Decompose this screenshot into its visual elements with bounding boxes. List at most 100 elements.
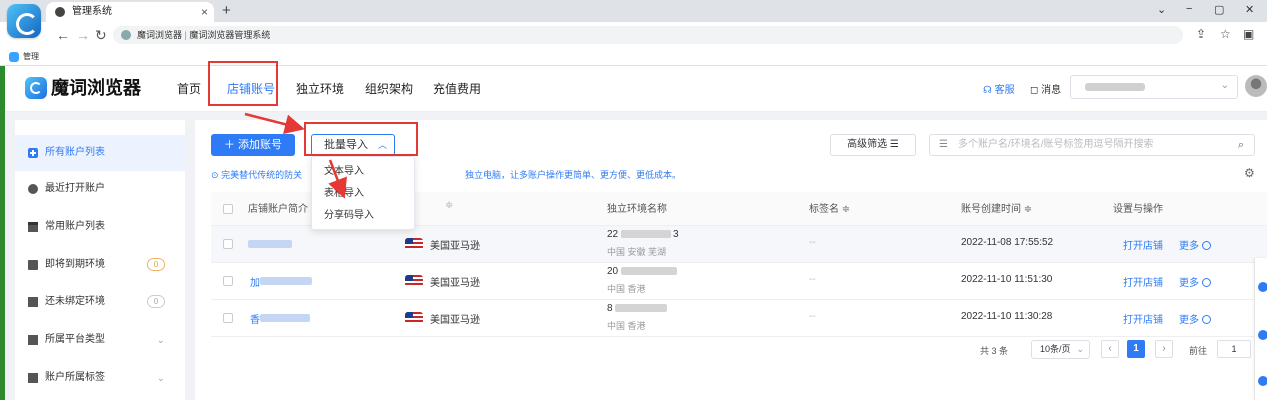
location: 中国 安徽 芜湖 (607, 247, 667, 257)
row-checkbox[interactable] (223, 276, 233, 286)
open-store-link[interactable]: 打开店铺 (1123, 311, 1163, 326)
col-actions: 设置与操作 (1113, 204, 1163, 215)
bookmark-item[interactable]: 管理 (9, 51, 39, 63)
env-prefix: 22 (607, 229, 619, 240)
brand-logo-icon (25, 77, 47, 99)
more-label: 更多 (1179, 278, 1199, 289)
new-tab-button[interactable]: + (222, 2, 231, 20)
add-account-button[interactable]: ＋ 添加账号 (211, 134, 295, 156)
bookmark-icon (28, 373, 38, 383)
maximize-icon[interactable]: ▢ (1214, 3, 1224, 16)
support-label: 客服 (994, 85, 1015, 96)
close-window-icon[interactable]: ✕ (1245, 3, 1254, 16)
chevron-down-icon: ⌄ (1220, 80, 1229, 91)
search-input[interactable]: ☰ 多个账户名/环境名/账号标签用逗号隔开搜索 ⌕ (929, 134, 1255, 156)
minimize-icon[interactable]: − (1186, 3, 1192, 15)
service-bubble-icon[interactable] (1258, 330, 1267, 340)
open-store-link[interactable]: 打开店铺 (1123, 237, 1163, 252)
nav-home[interactable]: 首页 (177, 80, 201, 97)
nav-highlight-annotation (208, 61, 278, 106)
heart-bubble-icon[interactable] (1258, 376, 1267, 386)
browser-tab[interactable]: 管理系统 × (46, 2, 214, 22)
notice-right: 独立电脑，让多账户操作更简单、更方便、更低成本。 (465, 170, 682, 180)
clock-icon (28, 184, 38, 194)
col-sort-icon[interactable]: ≑ (445, 200, 453, 211)
sidebar-item-tags[interactable]: 账户所属标签 ⌄ (15, 360, 185, 396)
col-created[interactable]: 账号创建时间 ≑ (961, 200, 1032, 215)
sidebar-item-expiring[interactable]: 即将到期环境 0 (15, 247, 185, 283)
tag: -- (809, 274, 816, 285)
star-icon[interactable]: ☆ (1220, 27, 1231, 41)
table-row[interactable]: 加 美国亚马逊 20 中国 香港 -- 2022-11-10 11:51:30 … (211, 263, 1267, 300)
goto-page-input[interactable]: 1 (1217, 340, 1251, 358)
expiring-count-badge: 0 (147, 258, 165, 271)
search-icon[interactable]: ⌕ (1238, 135, 1244, 155)
messages-link[interactable]: ◻ 消息 (1030, 81, 1061, 96)
sidebar-toggle-icon[interactable]: ▣ (1243, 27, 1254, 41)
check-circle-icon: ⊙ (211, 170, 219, 180)
sidebar-label: 账户所属标签 (45, 372, 105, 383)
brand-name: 魔词浏览器 (51, 78, 141, 98)
table-row[interactable]: 美国亚马逊 22 3 中国 安徽 芜湖 -- 2022-11-08 17:55:… (211, 226, 1267, 263)
more-link[interactable]: 更多 (1179, 311, 1211, 326)
tag: -- (809, 311, 816, 322)
sidebar-item-recent[interactable]: 最近打开账户 (15, 171, 185, 207)
prev-page-button[interactable]: ‹ (1101, 340, 1119, 358)
bell-icon: ◻ (1030, 85, 1039, 96)
tab-search-icon[interactable]: ⌄ (1157, 3, 1166, 16)
page-size-select[interactable]: 10条/页 ⌄ (1031, 340, 1090, 359)
col-tag[interactable]: 标签名 ≑ (809, 200, 850, 215)
chevron-down-icon[interactable]: ⌄ (157, 322, 165, 358)
col-env: 独立环境名称 (607, 204, 667, 215)
forward-icon[interactable]: → (76, 26, 90, 44)
account-name-prefix[interactable]: 香 (250, 311, 260, 326)
back-icon[interactable]: ← (56, 26, 70, 44)
account-name-prefix[interactable]: 加 (250, 274, 260, 289)
nav-organization[interactable]: 组织架构 (365, 80, 413, 97)
avatar[interactable] (1245, 75, 1267, 97)
chevron-down-icon[interactable]: ⌄ (157, 360, 165, 396)
nav-environments[interactable]: 独立环境 (296, 80, 344, 97)
next-page-button[interactable]: › (1155, 340, 1173, 358)
open-store-link[interactable]: 打开店铺 (1123, 274, 1163, 289)
nav-recharge[interactable]: 充值费用 (433, 80, 481, 97)
row-checkbox[interactable] (223, 313, 233, 323)
page-button-current[interactable]: 1 (1127, 340, 1145, 358)
location: 中国 香港 (607, 321, 646, 331)
calendar-icon (28, 260, 38, 270)
account-select[interactable]: ⌄ (1070, 75, 1238, 99)
sidebar-item-frequent[interactable]: 常用账户列表 (15, 209, 185, 245)
advanced-filter-button[interactable]: 高级筛选 ☰ (830, 134, 916, 156)
import-table-option[interactable]: 表格导入 (312, 183, 416, 205)
support-link[interactable]: ☊ 客服 (983, 81, 1015, 96)
site-info-icon[interactable] (121, 30, 131, 40)
more-circle-icon (1202, 315, 1211, 324)
row-checkbox[interactable] (223, 239, 233, 249)
sidebar-item-all-accounts[interactable]: 所有账户列表 (15, 135, 185, 171)
tab-close-icon[interactable]: × (201, 2, 208, 22)
import-share-code-option[interactable]: 分享码导入 (312, 205, 416, 227)
share-icon[interactable]: ⇪ (1196, 27, 1206, 41)
batch-import-highlight-annotation (304, 122, 418, 156)
account-name-blurred (260, 277, 312, 285)
table-icon (28, 222, 38, 232)
search-mode-icon[interactable]: ☰ (939, 135, 948, 155)
table-row[interactable]: 香 美国亚马逊 8 中国 香港 -- 2022-11-10 11:30:28 打… (211, 300, 1267, 337)
more-link[interactable]: 更多 (1179, 237, 1211, 252)
gear-icon[interactable]: ⚙ (1244, 166, 1255, 180)
sidebar-item-platform[interactable]: 所属平台类型 ⌄ (15, 322, 185, 358)
page-size-label: 10条/页 (1040, 344, 1071, 354)
more-link[interactable]: 更多 (1179, 274, 1211, 289)
sidebar-label: 最近打开账户 (45, 183, 105, 194)
url-field[interactable]: 魔词浏览器 | 魔词浏览器管理系统 (113, 26, 1183, 44)
import-text-option[interactable]: 文本导入 (312, 161, 416, 183)
sidebar-item-unbound[interactable]: 还未绑定环境 0 (15, 284, 185, 320)
help-bubble-icon[interactable] (1258, 282, 1267, 292)
unbound-icon (28, 297, 38, 307)
account-name-blurred (248, 240, 292, 248)
us-flag-icon (405, 238, 423, 250)
select-all-checkbox[interactable] (223, 204, 233, 214)
floating-help-widget[interactable] (1254, 258, 1267, 400)
reload-icon[interactable]: ↻ (95, 26, 107, 44)
more-label: 更多 (1179, 241, 1199, 252)
